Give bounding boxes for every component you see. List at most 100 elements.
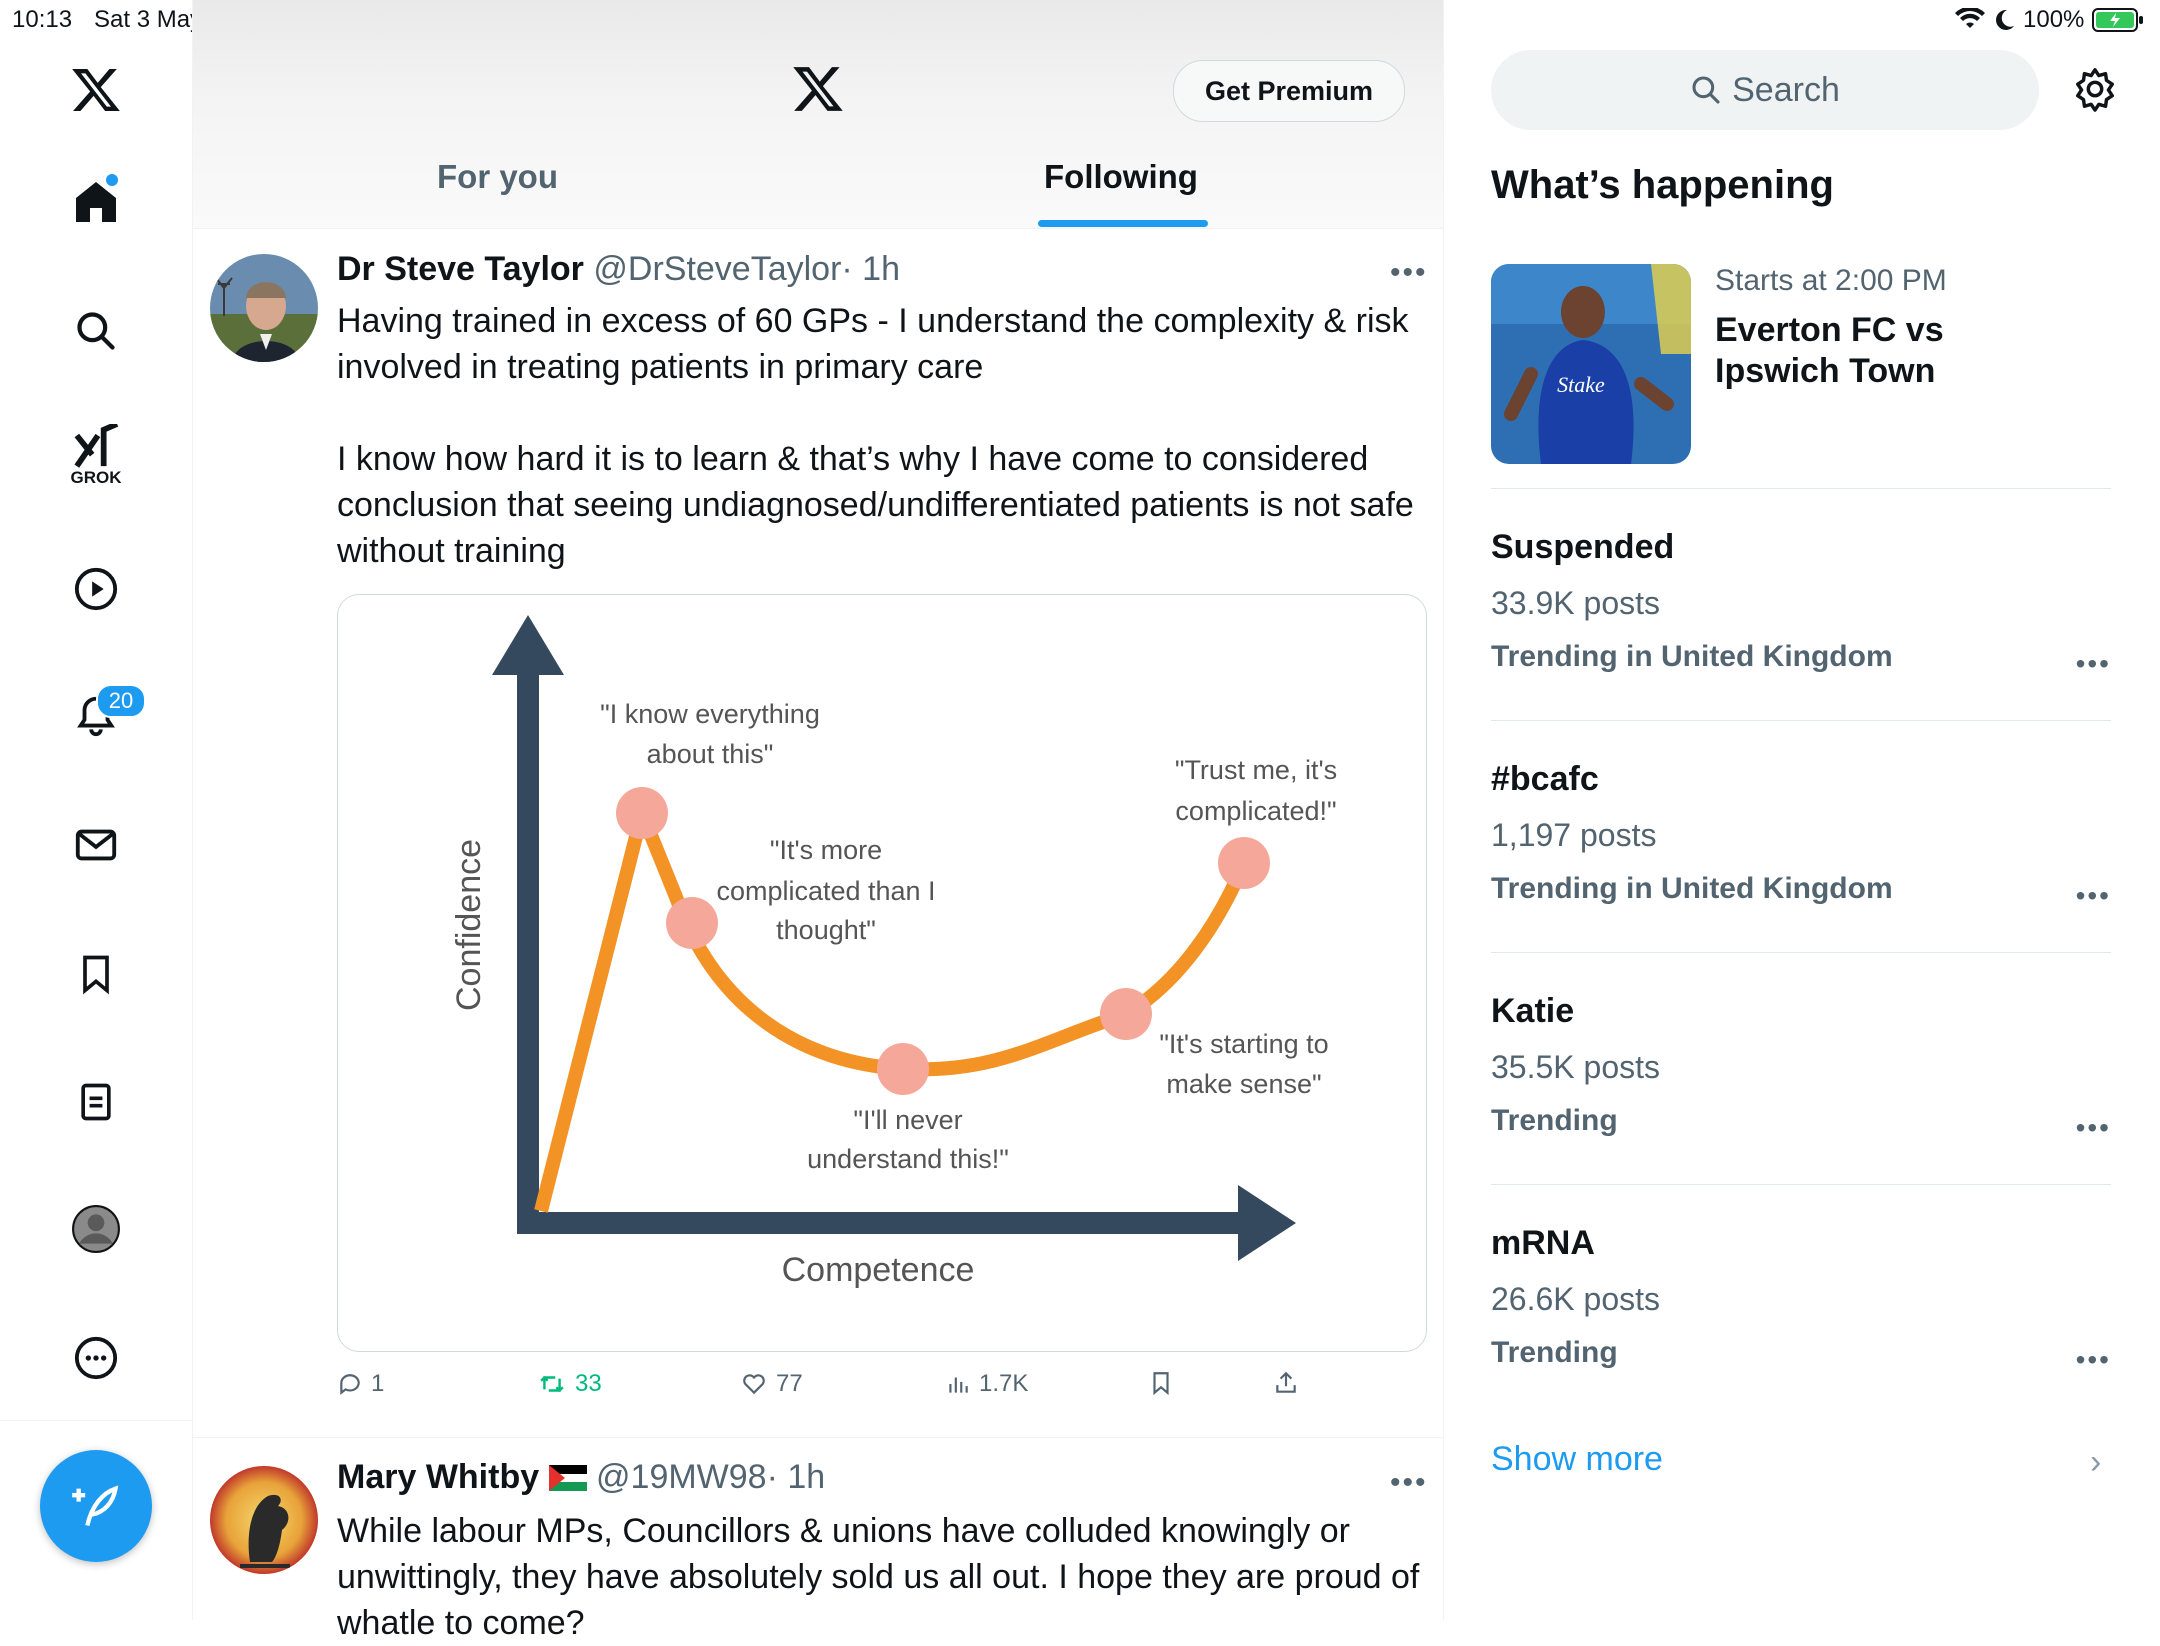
left-nav-rail: GROK 20	[0, 0, 193, 1620]
compose-post-button[interactable]	[40, 1450, 152, 1562]
tab-for-you[interactable]: For you	[437, 158, 558, 196]
trend-item[interactable]: Katie 35.5K posts Trending •••	[1491, 992, 2111, 1143]
annotation-line: make sense"	[1166, 1069, 1321, 1099]
event-title-line: Ipswich Town	[1715, 352, 1936, 390]
sidebar-divider	[1491, 720, 2111, 721]
curve-node	[616, 787, 668, 839]
search-placeholder: Search	[1732, 70, 1840, 109]
like-button[interactable]: 77	[740, 1370, 803, 1398]
trend-more-icon[interactable]: •••	[2076, 1344, 2111, 1376]
trend-context: Trending	[1491, 1336, 1618, 1369]
annotation-line: "It's starting to	[1159, 1029, 1328, 1059]
avatar[interactable]	[210, 254, 318, 362]
annotation-line: "Trust me, it's	[1175, 755, 1337, 785]
tweet-text: Having trained in excess of 60 GPs - I u…	[337, 302, 1414, 570]
header-divider	[193, 228, 1443, 229]
trend-name: #bcafc	[1491, 760, 1599, 798]
curve-node	[666, 897, 718, 949]
annotation-line: "I know everything	[600, 699, 820, 729]
event-time: Starts at 2:00 PM	[1715, 264, 1947, 297]
event-image[interactable]: Stake	[1491, 264, 1691, 464]
curve-node	[877, 1043, 929, 1095]
chevron-right-icon: ›	[2090, 1443, 2102, 1481]
author-handle[interactable]: @DrSteveTaylor	[593, 250, 841, 288]
notifications-badge: 20	[96, 684, 146, 718]
messages-envelope-icon[interactable]	[60, 809, 132, 881]
annotation-line: about this"	[647, 739, 774, 769]
x-axis-label: Competence	[782, 1251, 975, 1289]
tweet-more-icon[interactable]: •••	[1390, 1466, 1428, 1500]
repost-count: 33	[575, 1370, 602, 1397]
video-play-icon[interactable]	[60, 553, 132, 625]
search-icon[interactable]	[60, 295, 132, 367]
x-logo-icon[interactable]	[60, 54, 132, 126]
annotation-line: "I'll never	[853, 1105, 962, 1135]
rail-divider	[0, 1420, 192, 1421]
settings-gear-icon[interactable]	[2072, 66, 2118, 117]
home-icon[interactable]	[60, 166, 132, 238]
like-count: 77	[776, 1370, 803, 1397]
reply-count: 1	[371, 1370, 385, 1397]
trend-more-icon[interactable]: •••	[2076, 648, 2111, 680]
active-tab-indicator	[1038, 220, 1208, 227]
trend-count: 35.5K posts	[1491, 1049, 1660, 1085]
avatar[interactable]	[210, 1466, 318, 1574]
repost-icon	[540, 1375, 564, 1393]
curve-node	[1100, 988, 1152, 1040]
battery-percent: 100%	[2023, 6, 2085, 33]
reply-button[interactable]: 1	[337, 1370, 384, 1398]
battery-icon	[2092, 8, 2144, 32]
trend-name: mRNA	[1491, 1224, 1595, 1262]
lists-icon[interactable]	[60, 1066, 132, 1138]
notifications-bell-icon[interactable]: 20	[60, 680, 146, 752]
repost-button[interactable]: 33	[537, 1370, 602, 1398]
trend-item[interactable]: #bcafc 1,197 posts Trending in United Ki…	[1491, 760, 2111, 911]
trend-item[interactable]: mRNA 26.6K posts Trending •••	[1491, 1224, 2111, 1375]
author-name[interactable]: Dr Steve Taylor	[337, 250, 584, 288]
annotation-line: complicated!"	[1175, 796, 1336, 826]
tweet-media-image[interactable]: Competence Confidence "I know everything…	[337, 594, 1427, 1352]
home-unread-dot	[106, 174, 118, 186]
event-title-line: Everton FC vs	[1715, 311, 1944, 349]
x-axis-arrow-icon	[1238, 1185, 1296, 1261]
views-button[interactable]: 1.7K	[945, 1370, 1028, 1398]
tweet-divider	[193, 1437, 1443, 1438]
wifi-icon	[1955, 8, 1985, 28]
annotation-line: "It's more	[770, 835, 882, 865]
grok-icon[interactable]: GROK	[60, 420, 132, 492]
show-more-link[interactable]: Show more	[1491, 1440, 1663, 1479]
heart-icon	[743, 1374, 765, 1395]
trend-name: Katie	[1491, 992, 1575, 1030]
feather-plus-icon	[72, 1485, 119, 1527]
tweet-author[interactable]: Dr Steve Taylor @DrSteveTaylor· 1h	[337, 250, 900, 289]
share-icon	[1276, 1371, 1296, 1393]
author-name[interactable]: Mary Whitby	[337, 1458, 539, 1496]
reply-icon	[340, 1374, 360, 1395]
trend-more-icon[interactable]: •••	[2076, 880, 2111, 912]
bookmarks-icon[interactable]	[60, 938, 132, 1010]
author-handle[interactable]: @19MW98	[596, 1458, 767, 1496]
tweet-time[interactable]: · 1h	[841, 250, 900, 288]
annotation-line: complicated than I	[716, 876, 935, 906]
bookmark-button[interactable]	[1148, 1370, 1174, 1396]
trend-item[interactable]: Suspended 33.9K posts Trending in United…	[1491, 528, 2111, 679]
tweet-more-icon[interactable]: •••	[1390, 256, 1428, 290]
search-input[interactable]: Search	[1491, 50, 2039, 130]
share-button[interactable]	[1273, 1370, 1299, 1396]
more-options-icon[interactable]	[60, 1322, 132, 1394]
profile-avatar-icon[interactable]	[60, 1193, 132, 1265]
search-icon	[1692, 76, 1720, 104]
event-title[interactable]: Everton FC vs Ipswich Town	[1715, 310, 1944, 392]
tweet-time[interactable]: · 1h	[767, 1458, 826, 1496]
status-indicators: 100%	[1955, 6, 2144, 34]
trend-count: 1,197 posts	[1491, 817, 1657, 853]
grok-label: GROK	[70, 468, 122, 487]
get-premium-button[interactable]: Get Premium	[1173, 60, 1405, 122]
trend-context: Trending in United Kingdom	[1491, 640, 1893, 673]
tweet-author[interactable]: Mary Whitby @19MW98· 1h	[337, 1458, 825, 1497]
x-header-logo-icon[interactable]	[791, 62, 845, 121]
timeline-column: Get Premium For you Following Dr Steve T…	[193, 0, 1444, 1642]
bookmark-icon	[1153, 1372, 1169, 1396]
trend-more-icon[interactable]: •••	[2076, 1112, 2111, 1144]
tab-following[interactable]: Following	[1044, 158, 1198, 196]
